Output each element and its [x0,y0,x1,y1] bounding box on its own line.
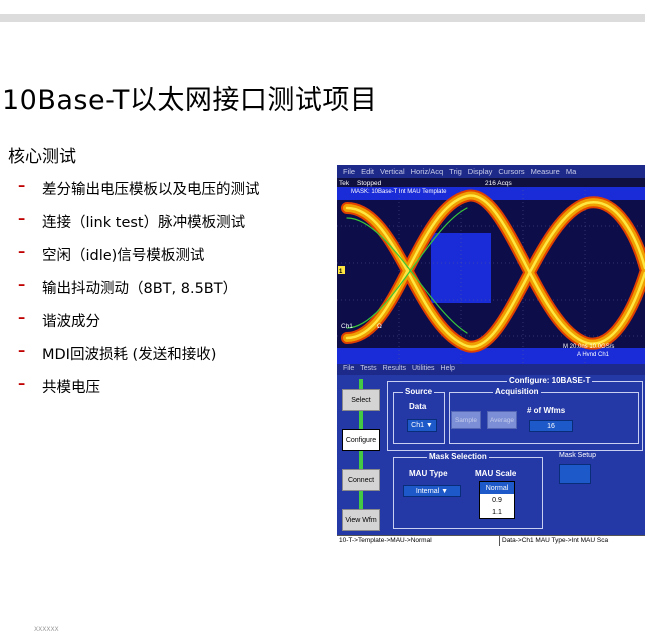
tek-label: Tek [339,180,350,187]
panel-menu-help[interactable]: Help [435,364,455,375]
wfms-field[interactable]: 16 [529,420,573,432]
scale-option-1-1[interactable]: 1.1 [480,506,514,518]
data-label: Data [409,402,427,411]
menu-measure[interactable]: Measure [525,165,560,178]
section-heading: 核心测试 [8,147,76,167]
connect-button[interactable]: Connect [342,469,380,491]
dash-icon: – [18,178,26,194]
oscilloscope-screenshot: File Edit Vertical Horiz/Acq Trig Displa… [337,165,645,546]
timebase-readout: M 20.0ns 10.0GS/s [563,344,614,350]
eye-traces [341,189,645,353]
configure-title: Configure: 10BASE-T [507,376,593,385]
mau-type-label: MAU Type [409,469,448,478]
scale-option-0-9[interactable]: 0.9 [480,494,514,506]
select-button[interactable]: Select [342,389,380,411]
bullet-text: 空闲（idle)信号模板测试 [42,248,205,264]
dash-icon: – [18,277,26,293]
mau-scale-dropdown[interactable]: Normal 0.9 1.1 [479,481,515,519]
menu-math[interactable]: Ma [560,165,576,178]
source-select[interactable]: Ch1 ▼ [407,419,437,432]
panel-menu-file[interactable]: File [337,364,354,375]
view-wfm-button[interactable]: View Wfm [342,509,380,531]
bullet-text: 共模电压 [42,380,100,396]
mask-setup-button[interactable] [559,464,591,484]
dash-icon: – [18,343,26,359]
panel-menu-results[interactable]: Results [377,364,406,375]
acq-count: 216 Acqs [485,180,512,187]
mask-setup-label: Mask Setup [559,452,596,459]
menu-display[interactable]: Display [462,165,493,178]
menu-file[interactable]: File [337,165,355,178]
trigger-readout: A Hvnd Ch1 [577,352,610,358]
menu-horiz-acq[interactable]: Horiz/Acq [405,165,444,178]
bullet-item: – MDI回波损耗 (发送和接收) [18,343,260,376]
waveform-display: Tek Stopped 216 Acqs MASK: 10Base-T Int … [337,178,645,364]
mask-label: MASK: 10Base-T Int MAU Template [351,189,447,195]
average-button[interactable]: Average [487,411,517,429]
mau-scale-label: MAU Scale [475,469,517,478]
dash-icon: – [18,211,26,227]
panel-menu-bar: File Tests Results Utilities Help [337,364,645,375]
ch1-label: Ch1 [341,323,353,330]
bullet-item: – 差分输出电压模板以及电压的测试 [18,178,260,211]
stopped-label: Stopped [357,180,382,187]
bullet-item: – 连接（link test）脉冲模板测试 [18,211,260,244]
mau-type-select[interactable]: Internal ▼ [403,485,461,497]
dash-icon: – [18,244,26,260]
configure-panel: Select Configure Connect View Wfm Config… [337,375,645,535]
source-frame [393,392,445,444]
panel-menu-tests[interactable]: Tests [354,364,376,375]
sample-button[interactable]: Sample [451,411,481,429]
dash-icon: – [18,376,26,392]
menu-trig[interactable]: Trig [443,165,462,178]
footer-mark: XXXXXX [34,626,59,633]
scale-option-normal[interactable]: Normal [480,482,514,494]
bullet-list: – 差分输出电压模板以及电压的测试 – 连接（link test）脉冲模板测试 – 空… [18,178,260,409]
source-title: Source [403,387,435,396]
menu-vertical[interactable]: Vertical [374,165,405,178]
bullet-item: – 输出抖动测动（8BT, 8.5BT） [18,277,260,310]
acquisition-title: Acquisition [493,387,541,396]
status-bar: 10-T->Template->MAU->Normal Data->Ch1 MA… [337,535,645,546]
bullet-item: – 共模电压 [18,376,260,409]
mask-region-center [431,233,491,303]
bullet-text: 输出抖动测动（8BT, 8.5BT） [42,281,238,297]
bullet-text: MDI回波损耗 (发送和接收) [42,347,217,363]
mask-selection-title: Mask Selection [427,452,489,461]
bullet-text: 差分输出电压模板以及电压的测试 [42,182,260,198]
bullet-item: – 谐波成分 [18,310,260,343]
status-config: Data->Ch1 MAU Type->Int MAU Sca [502,537,609,544]
bullet-item: – 空闲（idle)信号模板测试 [18,244,260,277]
bullet-text: 连接（link test）脉冲模板测试 [42,215,246,231]
slide-title: 10Base-T以太网接口测试项目 [2,85,378,116]
panel-menu-utilities[interactable]: Utilities [406,364,435,375]
dash-icon: – [18,310,26,326]
wfms-label: # of Wfms [527,406,566,415]
menu-edit[interactable]: Edit [355,165,374,178]
waveform-svg: Tek Stopped 216 Acqs MASK: 10Base-T Int … [337,178,645,364]
scope-menu-bar: File Edit Vertical Horiz/Acq Trig Displa… [337,165,645,178]
ch1-unit: Ω [377,323,382,330]
bullet-text: 谐波成分 [42,314,100,330]
menu-cursors[interactable]: Cursors [492,165,524,178]
status-path: 10-T->Template->MAU->Normal [337,536,500,546]
configure-button[interactable]: Configure [342,429,380,451]
slide-top-bar [0,14,645,22]
